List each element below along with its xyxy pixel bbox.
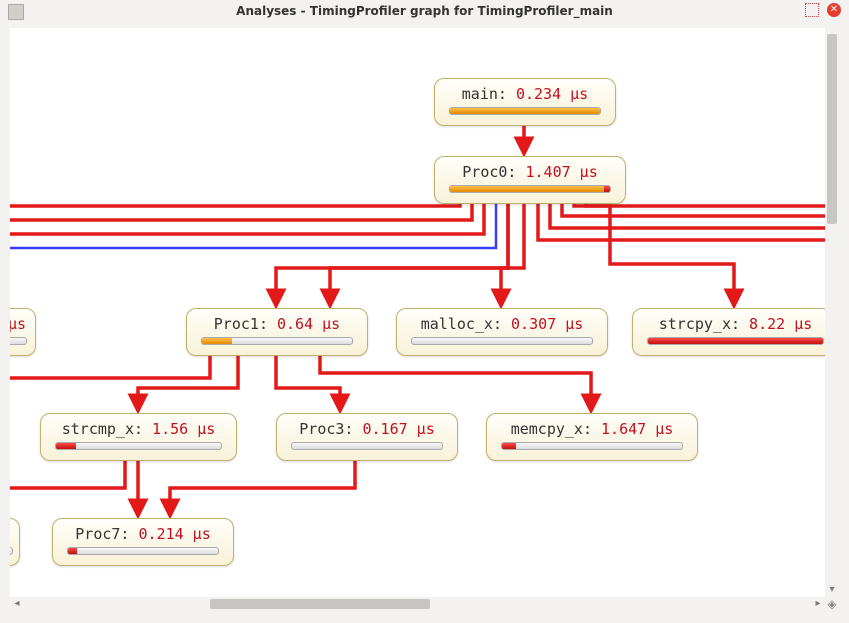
node-proc3[interactable]: Proc3: 0.167 µs [276, 413, 458, 461]
scroll-right-icon[interactable]: ▸ [811, 597, 825, 611]
node-func-name: Proc3 [299, 420, 344, 438]
node-bar [10, 337, 27, 345]
node-label: µs [10, 315, 27, 333]
node-label: Proc0: 1.407 µs [449, 163, 611, 181]
node-label: main: 0.234 µs [449, 85, 601, 103]
node-fragment-left2[interactable] [10, 518, 20, 566]
node-label: Proc3: 0.167 µs [291, 420, 443, 438]
node-bar [411, 337, 593, 345]
node-func-name: main [462, 85, 498, 103]
graph-viewport: main: 0.234 µs Proc0: 1.407 µs µs [10, 28, 839, 611]
horizontal-scrollbar[interactable]: ◂ ▸ [10, 597, 825, 611]
node-bar [449, 185, 611, 193]
node-bar [291, 442, 443, 450]
node-strcmp-x[interactable]: strcmp_x: 1.56 µs [40, 413, 237, 461]
node-time-value: 1.647 µs [601, 420, 673, 438]
node-bar [55, 442, 222, 450]
node-memcpy-x[interactable]: memcpy_x: 1.647 µs [486, 413, 698, 461]
scroll-down-icon[interactable]: ▾ [825, 583, 839, 597]
node-func-name: strcmp_x [62, 420, 134, 438]
node-func-name: Proc0 [462, 163, 507, 181]
node-bar [67, 547, 219, 555]
node-bar [501, 442, 683, 450]
node-time-value: 1.407 µs [525, 163, 597, 181]
node-bar [647, 337, 824, 345]
node-func-name: strcpy_x [659, 315, 731, 333]
node-time-value: 0.214 µs [138, 525, 210, 543]
node-time-value: 0.167 µs [362, 420, 434, 438]
scrollbar-thumb[interactable] [210, 599, 430, 609]
window-title: Analyses - TimingProfiler graph for Timi… [236, 4, 613, 18]
close-icon[interactable]: ✕ [827, 3, 841, 17]
node-time-value: 8.22 µs [749, 315, 812, 333]
node-label: strcpy_x: 8.22 µs [647, 315, 824, 333]
node-time-value: µs [10, 315, 26, 333]
node-malloc-x[interactable]: malloc_x: 0.307 µs [396, 308, 608, 356]
node-fragment-us[interactable]: µs [10, 308, 36, 356]
node-time-value: 0.234 µs [516, 85, 588, 103]
node-label: Proc1: 0.64 µs [201, 315, 353, 333]
node-label: strcmp_x: 1.56 µs [55, 420, 222, 438]
node-proc1[interactable]: Proc1: 0.64 µs [186, 308, 368, 356]
node-func-name: Proc7 [75, 525, 120, 543]
node-main[interactable]: main: 0.234 µs [434, 78, 616, 126]
node-label [10, 525, 13, 543]
scroll-left-icon[interactable]: ◂ [10, 597, 24, 611]
graph-canvas[interactable]: main: 0.234 µs Proc0: 1.407 µs µs [10, 28, 825, 597]
app-icon [8, 4, 24, 20]
node-time-value: 0.307 µs [511, 315, 583, 333]
scrollbar-thumb[interactable] [827, 34, 837, 224]
node-func-name: Proc1 [214, 315, 259, 333]
node-label: memcpy_x: 1.647 µs [501, 420, 683, 438]
node-bar [449, 107, 601, 115]
node-strcpy-x[interactable]: strcpy_x: 8.22 µs [632, 308, 825, 356]
title-bar: Analyses - TimingProfiler graph for Timi… [0, 0, 849, 22]
maximize-icon[interactable] [805, 3, 819, 17]
node-proc0[interactable]: Proc0: 1.407 µs [434, 156, 626, 204]
node-func-name: malloc_x [421, 315, 493, 333]
vertical-scrollbar[interactable]: ▾ [825, 28, 839, 597]
node-bar [201, 337, 353, 345]
node-func-name: memcpy_x [511, 420, 583, 438]
node-label: malloc_x: 0.307 µs [411, 315, 593, 333]
node-bar [10, 547, 13, 555]
resize-grip-icon[interactable]: ◈ [825, 597, 839, 611]
node-proc7[interactable]: Proc7: 0.214 µs [52, 518, 234, 566]
node-time-value: 0.64 µs [277, 315, 340, 333]
node-label: Proc7: 0.214 µs [67, 525, 219, 543]
node-time-value: 1.56 µs [152, 420, 215, 438]
